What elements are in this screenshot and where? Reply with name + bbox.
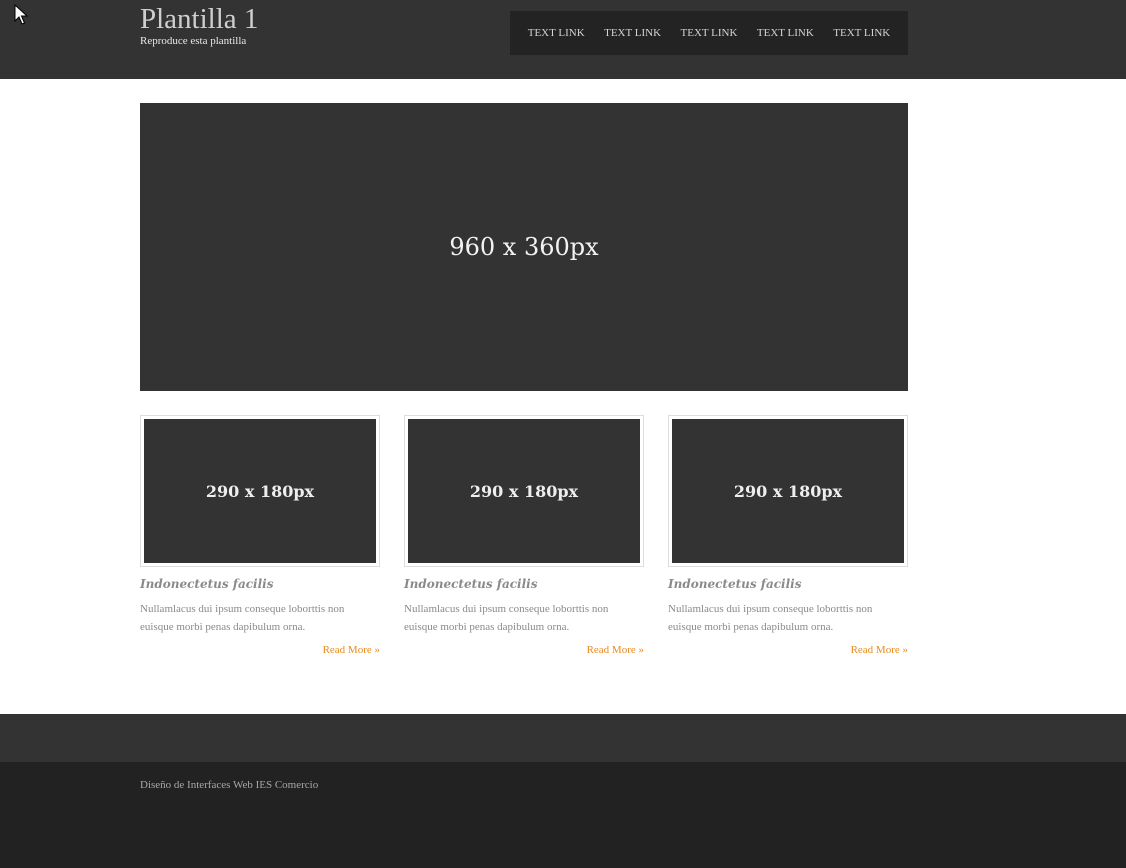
- hero-image-placeholder: 960 x 360px: [140, 103, 908, 391]
- mouse-pointer-icon: [14, 4, 29, 25]
- card-image-frame: 290 x 180px: [140, 415, 380, 567]
- card-image-label: 290 x 180px: [205, 481, 315, 501]
- card-image-frame: 290 x 180px: [668, 415, 908, 567]
- site-header: Plantilla 1 Reproduce esta plantilla TEX…: [0, 0, 1126, 79]
- card-image-placeholder: 290 x 180px: [408, 419, 640, 563]
- footer-credit: Diseño de Interfaces Web IES Comercio: [140, 779, 319, 791]
- card-image-placeholder: 290 x 180px: [144, 419, 376, 563]
- nav-link-1[interactable]: TEXT LINK: [528, 27, 585, 39]
- hero-placeholder-label: 960 x 360px: [449, 233, 599, 261]
- card-text: Nullamlacus dui ipsum conseque loborttis…: [668, 603, 873, 633]
- nav-link-4[interactable]: TEXT LINK: [757, 27, 814, 39]
- site-title[interactable]: Plantilla 1: [140, 2, 258, 36]
- card-title: Indonectetus facilis: [140, 577, 274, 591]
- card-title: Indonectetus facilis: [668, 577, 802, 591]
- card-image-label: 290 x 180px: [733, 481, 843, 501]
- card-title: Indonectetus facilis: [404, 577, 538, 591]
- card-image-frame: 290 x 180px: [404, 415, 644, 567]
- nav-link-5[interactable]: TEXT LINK: [833, 27, 890, 39]
- feature-card-2: 290 x 180px Indonectetus facilis Nullaml…: [404, 415, 644, 656]
- feature-card-3: 290 x 180px Indonectetus facilis Nullaml…: [668, 415, 908, 656]
- card-image-label: 290 x 180px: [469, 481, 579, 501]
- main-nav: TEXT LINK TEXT LINK TEXT LINK TEXT LINK …: [510, 11, 908, 55]
- site-footer: Diseño de Interfaces Web IES Comercio: [0, 762, 1126, 868]
- nav-link-3[interactable]: TEXT LINK: [681, 27, 738, 39]
- read-more-link[interactable]: Read More »: [668, 644, 908, 656]
- feature-card-1: 290 x 180px Indonectetus facilis Nullaml…: [140, 415, 380, 656]
- card-image-placeholder: 290 x 180px: [672, 419, 904, 563]
- footer-band: [0, 714, 1126, 762]
- read-more-link[interactable]: Read More »: [404, 644, 644, 656]
- card-text: Nullamlacus dui ipsum conseque loborttis…: [140, 603, 345, 633]
- card-text: Nullamlacus dui ipsum conseque loborttis…: [404, 603, 609, 633]
- nav-link-2[interactable]: TEXT LINK: [604, 27, 661, 39]
- site-subtitle: Reproduce esta plantilla: [140, 35, 247, 47]
- read-more-link[interactable]: Read More »: [140, 644, 380, 656]
